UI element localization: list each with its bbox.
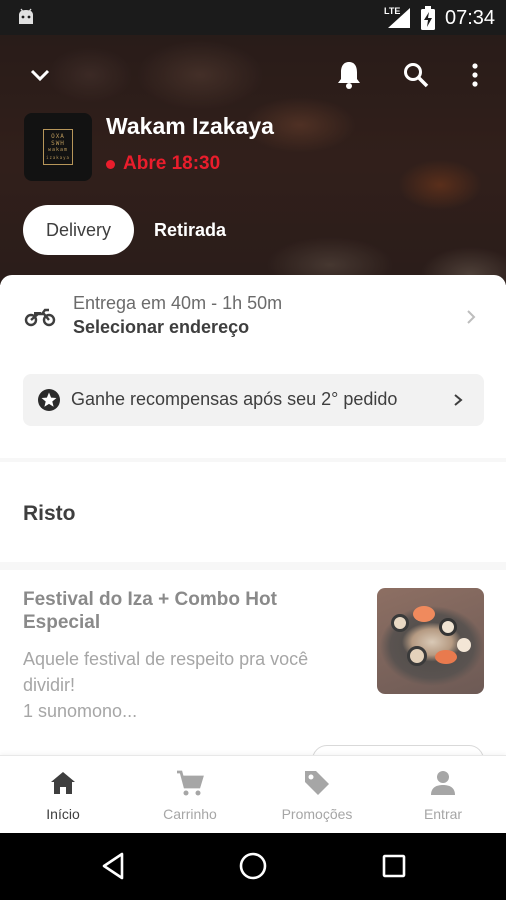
nav-home[interactable]: Início <box>0 756 126 834</box>
cart-icon <box>175 768 205 798</box>
screen: LTE 07:34 OXA SWH wakam izakaya Wakam Iz… <box>0 0 506 900</box>
delivery-address-row[interactable]: Entrega em 40m - 1h 50m Selecionar ender… <box>0 275 506 361</box>
product-tag-pill <box>312 745 484 755</box>
product-description: Aquele festival de respeito pra você div… <box>23 649 309 721</box>
menu-section-header: Risto <box>0 462 506 562</box>
store-content: Entrega em 40m - 1h 50m Selecionar ender… <box>0 275 506 755</box>
delivery-eta: Entrega em 40m - 1h 50m <box>73 293 283 313</box>
signal-icon <box>388 8 410 28</box>
nav-cart-label: Carrinho <box>163 806 217 822</box>
bottom-navigation: Início Carrinho Promoções Entrar <box>0 755 506 833</box>
nav-home-label: Início <box>46 806 80 822</box>
section-divider <box>0 562 506 570</box>
status-bar: LTE 07:34 <box>0 0 506 35</box>
product-image <box>377 588 484 694</box>
android-icon <box>19 8 33 24</box>
product-card[interactable]: Festival do Iza + Combo Hot Especial Aqu… <box>0 570 506 755</box>
store-status-text: Abre 18:30 <box>123 153 221 174</box>
nav-cart[interactable]: Carrinho <box>127 756 253 834</box>
battery-charging-icon <box>421 6 435 30</box>
rewards-star-icon <box>38 389 60 411</box>
store-header: OXA SWH wakam izakaya Wakam Izakaya Abre… <box>0 35 506 285</box>
collapse-chevron-icon[interactable] <box>26 61 54 89</box>
tag-icon <box>302 768 332 798</box>
chevron-right-icon <box>467 310 476 324</box>
store-logo: OXA SWH wakam izakaya <box>24 113 92 181</box>
product-name: Festival do Iza + Combo Hot Especial <box>23 589 277 633</box>
select-address-label: Selecionar endereço <box>73 317 250 337</box>
nav-promotions-label: Promoções <box>281 806 353 822</box>
system-navigation-bar <box>0 833 506 900</box>
store-name: Wakam Izakaya <box>106 113 274 139</box>
chevron-right-icon <box>454 394 463 406</box>
pickup-mode-button[interactable]: Retirada <box>148 205 232 255</box>
person-icon <box>428 768 458 798</box>
store-logo-mark: OXA SWH wakam izakaya <box>43 129 73 165</box>
search-icon[interactable] <box>400 59 432 91</box>
nav-login-label: Entrar <box>423 806 463 822</box>
home-icon <box>48 768 78 798</box>
store-status: Abre 18:30 <box>106 153 220 175</box>
delivery-mode-button[interactable]: Delivery <box>23 205 134 255</box>
nav-login[interactable]: Entrar <box>380 756 506 834</box>
nav-promotions[interactable]: Promoções <box>254 756 380 834</box>
clock: 07:34 <box>445 7 496 29</box>
home-circle-icon[interactable] <box>238 851 268 881</box>
more-options-icon[interactable] <box>465 59 485 91</box>
section-title: Risto <box>23 502 76 525</box>
rewards-text: Ganhe recompensas após seu 2° pedido <box>71 389 398 409</box>
status-dot <box>106 159 115 169</box>
back-icon[interactable] <box>100 851 128 881</box>
bell-icon[interactable] <box>333 57 365 91</box>
rewards-banner[interactable]: Ganhe recompensas após seu 2° pedido <box>23 374 484 426</box>
motorcycle-icon <box>24 308 56 327</box>
recent-apps-icon[interactable] <box>380 852 408 880</box>
